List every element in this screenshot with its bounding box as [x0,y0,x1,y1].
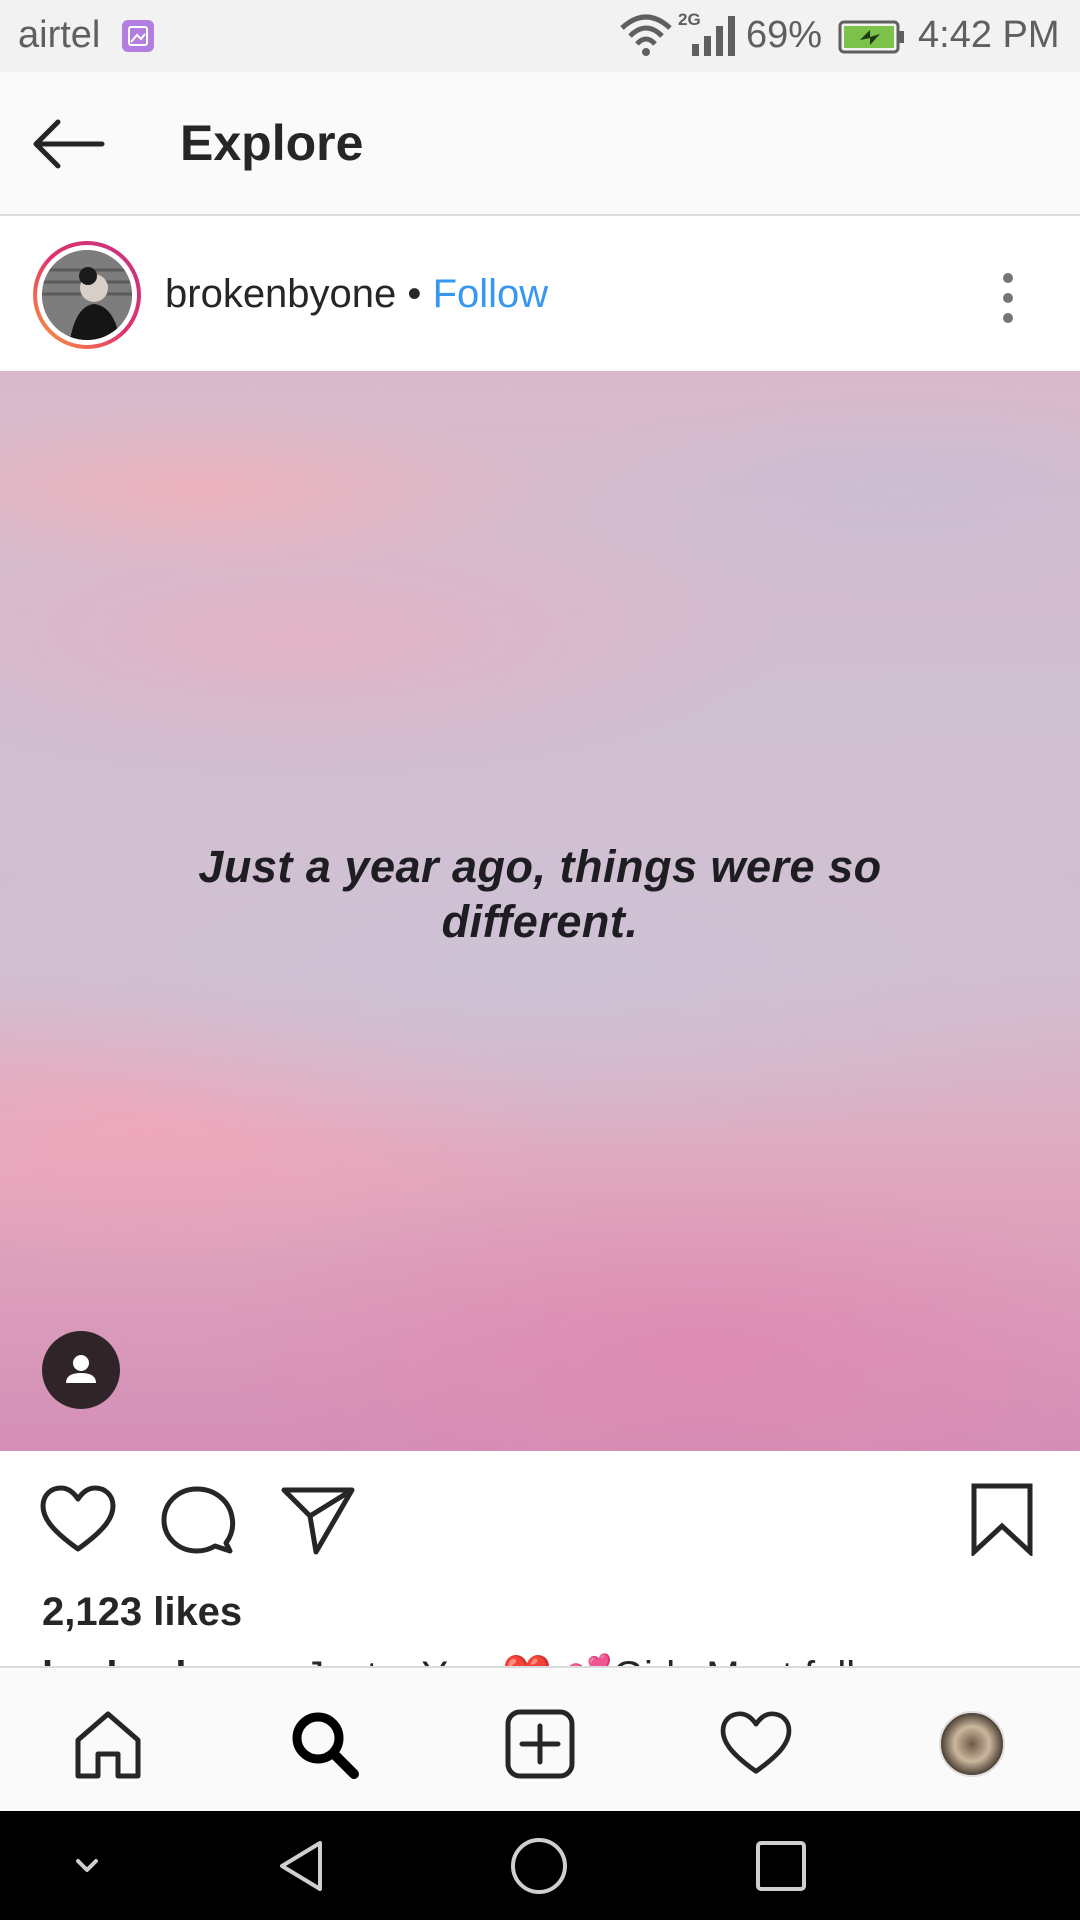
profile-avatar [939,1711,1005,1777]
bookmark-icon [971,1483,1033,1558]
post-header: brokenbyone • Follow [0,216,1080,371]
image-quote-line-1: Just a year ago, things were so [198,841,882,892]
nav-profile-button[interactable] [932,1704,1012,1784]
page-title: Explore [180,115,364,171]
user-tag-icon [66,1355,96,1383]
heart-icon [40,1485,116,1552]
back-triangle-icon[interactable] [270,1835,332,1897]
recents-square-icon[interactable] [750,1835,812,1897]
app-header: Explore [0,72,1080,216]
share-button[interactable] [280,1484,356,1561]
post-image[interactable]: Just a year ago, things were so differen… [0,371,1080,1451]
separator-dot: • [407,272,422,316]
post-author-line: brokenbyone • Follow [165,272,548,317]
nav-activity-button[interactable] [716,1704,796,1784]
heart-icon [720,1711,792,1774]
more-options-button[interactable] [990,268,1026,328]
status-bar: airtel 2G 69% 4:42 PM [0,0,1080,72]
like-button[interactable] [40,1485,116,1560]
follow-button[interactable]: Follow [433,272,549,316]
wifi-icon [620,14,672,56]
share-icon [281,1487,355,1555]
nav-home-button[interactable] [68,1704,148,1784]
nav-search-button[interactable] [284,1704,364,1784]
avatar-image [42,250,132,340]
likes-count[interactable]: 2,123 likes [42,1590,242,1635]
chevron-down-icon[interactable] [56,1835,118,1897]
avatar[interactable] [33,241,141,349]
bottom-navigation [0,1666,1080,1811]
home-icon [75,1711,141,1779]
arrow-left-icon [33,119,105,169]
image-quote-text: Just a year ago, things were so differen… [0,839,1080,949]
add-post-icon [505,1709,575,1779]
save-button[interactable] [970,1482,1034,1561]
comment-button[interactable] [160,1485,236,1562]
post-username[interactable]: brokenbyone [165,272,396,316]
search-icon [292,1712,359,1779]
more-vertical-icon [1003,273,1013,323]
comment-icon [161,1486,236,1554]
carrier-name: airtel [18,14,101,56]
tagged-people-button[interactable] [42,1331,120,1409]
back-button[interactable] [28,108,112,180]
gallery-notification-icon [122,20,154,52]
signal-icon [692,16,735,56]
system-navigation-bar [0,1811,1080,1920]
home-circle-icon[interactable] [508,1835,570,1897]
battery-percent: 69% [746,14,823,56]
clock: 4:42 PM [918,14,1060,56]
image-quote-line-2: different. [441,896,639,947]
nav-add-button[interactable] [500,1704,580,1784]
battery-charging-icon [838,20,904,54]
